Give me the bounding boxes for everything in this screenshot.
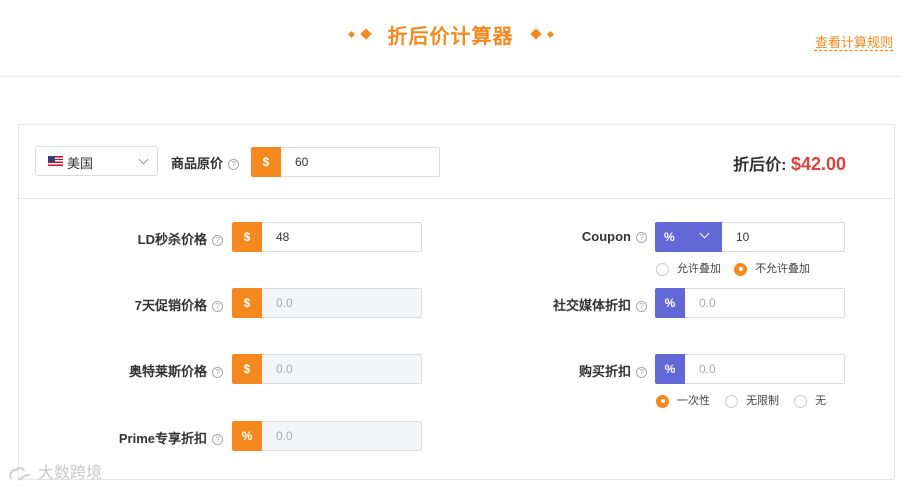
purchase-discount-field: % 0.0 bbox=[655, 354, 845, 384]
watermark-logo-icon bbox=[9, 466, 31, 481]
purchase-limit-options: 一次性 无限制 无 bbox=[656, 392, 836, 408]
watermark: 大数跨境 bbox=[8, 459, 102, 483]
original-price-input[interactable]: 60 bbox=[281, 147, 440, 177]
percent-prefix: % bbox=[655, 354, 685, 384]
radio-icon bbox=[725, 394, 739, 408]
dollar-prefix: $ bbox=[251, 147, 281, 177]
radio-one-time[interactable]: 一次性 bbox=[656, 392, 710, 408]
title-wrap: 折后价计算器 bbox=[0, 20, 901, 49]
calculator-card: 美国 商品原价? $ 60 折后价: $42.00 LD秒杀价格? $ 48 7… bbox=[18, 124, 895, 480]
help-icon[interactable]: ? bbox=[212, 434, 223, 445]
coupon-type-select[interactable]: % bbox=[655, 222, 722, 252]
outlet-price-label: 奥特莱斯价格? bbox=[129, 361, 223, 380]
radio-icon bbox=[656, 262, 669, 276]
ld-price-label: LD秒杀价格? bbox=[138, 229, 223, 248]
help-icon[interactable]: ? bbox=[636, 232, 647, 243]
radio-unlimited[interactable]: 无限制 bbox=[725, 392, 779, 408]
watermark-text: 大数跨境 bbox=[38, 465, 103, 482]
radio-selected-icon bbox=[734, 262, 748, 276]
percent-prefix: % bbox=[232, 421, 262, 451]
dollar-prefix: $ bbox=[232, 222, 262, 252]
seven-day-promo-input[interactable]: 0.0 bbox=[262, 288, 422, 318]
social-discount-field: % 0.0 bbox=[655, 288, 845, 318]
dollar-prefix: $ bbox=[232, 288, 262, 318]
us-flag-icon bbox=[48, 156, 63, 166]
help-icon[interactable]: ? bbox=[228, 159, 240, 170]
prime-discount-label: Prime专享折扣? bbox=[119, 428, 223, 447]
purchase-discount-input[interactable]: 0.0 bbox=[685, 354, 845, 384]
seven-day-promo-label: 7天促销价格? bbox=[135, 295, 223, 314]
country-select[interactable]: 美国 bbox=[35, 146, 158, 176]
result-display: 折后价: $42.00 bbox=[733, 151, 846, 175]
social-discount-input[interactable]: 0.0 bbox=[685, 288, 845, 318]
original-price-label: 商品原价? bbox=[171, 153, 240, 172]
purchase-discount-label: 购买折扣? bbox=[579, 361, 647, 380]
coupon-field: % 10 bbox=[655, 222, 845, 252]
radio-none[interactable]: 无 bbox=[794, 392, 826, 408]
diamond-decoration-right bbox=[528, 26, 557, 44]
result-value: $42.00 bbox=[790, 154, 846, 174]
view-rules-link[interactable]: 查看计算规则 bbox=[815, 32, 893, 51]
coupon-label: Coupon? bbox=[582, 229, 647, 244]
radio-allow-stack[interactable]: 允许叠加 bbox=[656, 260, 721, 276]
help-icon[interactable]: ? bbox=[212, 367, 223, 378]
chevron-down-icon bbox=[138, 154, 149, 165]
diamond-decoration-left bbox=[345, 26, 374, 44]
ld-price-input[interactable]: 48 bbox=[262, 222, 422, 252]
result-label: 折后价: bbox=[733, 157, 787, 174]
seven-day-promo-field: $ 0.0 bbox=[232, 288, 422, 318]
help-icon[interactable]: ? bbox=[212, 235, 223, 246]
outlet-price-input[interactable]: 0.0 bbox=[262, 354, 422, 384]
radio-icon bbox=[794, 394, 808, 408]
help-icon[interactable]: ? bbox=[212, 301, 223, 312]
page-title: 折后价计算器 bbox=[387, 26, 514, 48]
radio-disallow-stack[interactable]: 不允许叠加 bbox=[734, 260, 810, 276]
prime-discount-field: % 0.0 bbox=[232, 421, 422, 451]
social-discount-label: 社交媒体折扣? bbox=[553, 295, 647, 314]
original-price-field: $ 60 bbox=[251, 147, 440, 177]
coupon-type-value: % bbox=[664, 230, 675, 244]
radio-selected-icon bbox=[656, 394, 669, 408]
dollar-prefix: $ bbox=[232, 354, 262, 384]
country-label: 美国 bbox=[67, 156, 94, 171]
help-icon[interactable]: ? bbox=[636, 301, 647, 312]
chevron-down-icon bbox=[699, 228, 710, 239]
prime-discount-input[interactable]: 0.0 bbox=[262, 421, 422, 451]
help-icon[interactable]: ? bbox=[636, 367, 647, 378]
ld-price-field: $ 48 bbox=[232, 222, 422, 252]
card-top-section: 美国 商品原价? $ 60 折后价: $42.00 bbox=[19, 125, 894, 199]
outlet-price-field: $ 0.0 bbox=[232, 354, 422, 384]
header: 折后价计算器 查看计算规则 bbox=[0, 0, 901, 77]
percent-prefix: % bbox=[655, 288, 685, 318]
coupon-stack-options: 允许叠加 不允许叠加 bbox=[656, 260, 820, 276]
coupon-input[interactable]: 10 bbox=[722, 222, 845, 252]
